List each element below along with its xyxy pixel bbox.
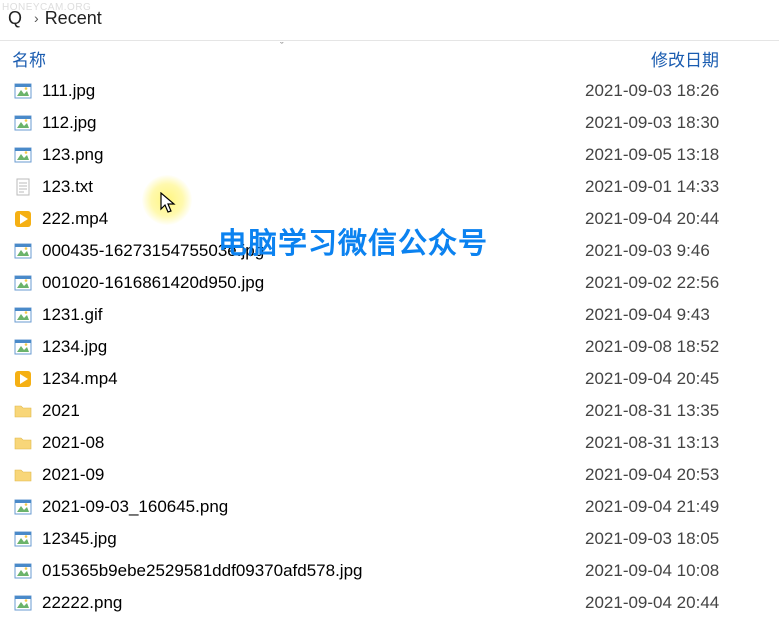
file-row[interactable]: 015365b9ebe2529581ddf09370afd578.jpg2021…	[8, 555, 771, 587]
file-date: 2021-09-03 9:46	[585, 241, 767, 261]
image-icon	[12, 560, 34, 582]
file-date: 2021-09-03 18:30	[585, 113, 767, 133]
file-date: 2021-09-03 18:05	[585, 529, 767, 549]
column-headers[interactable]: 名称 ˇ 修改日期	[0, 41, 779, 75]
image-icon	[12, 592, 34, 614]
file-date: 2021-09-04 20:44	[585, 209, 767, 229]
file-date: 2021-08-31 13:35	[585, 401, 767, 421]
file-row[interactable]: 12345.jpg2021-09-03 18:05	[8, 523, 771, 555]
file-row[interactable]: 112.jpg2021-09-03 18:30	[8, 107, 771, 139]
file-date: 2021-09-02 22:56	[585, 273, 767, 293]
file-name: 2021-08	[42, 433, 585, 453]
file-name: 111.jpg	[42, 81, 585, 101]
file-name: 000435-1627315475503e.jpg	[42, 241, 585, 261]
file-row[interactable]: 1231.gif2021-09-04 9:43	[8, 299, 771, 331]
file-name: 1231.gif	[42, 305, 585, 325]
file-date: 2021-09-08 18:52	[585, 337, 767, 357]
text-icon	[12, 176, 34, 198]
folder-icon	[12, 464, 34, 486]
image-icon	[12, 272, 34, 294]
file-name: 22222.png	[42, 593, 585, 613]
file-row[interactable]: 222.mp42021-09-04 20:44	[8, 203, 771, 235]
file-date: 2021-09-04 20:45	[585, 369, 767, 389]
breadcrumb[interactable]: Q › Recent	[0, 0, 779, 36]
file-name: 112.jpg	[42, 113, 585, 133]
file-row[interactable]: 22222.png2021-09-04 20:44	[8, 587, 771, 619]
file-row[interactable]: 1234.mp42021-09-04 20:45	[8, 363, 771, 395]
image-icon	[12, 528, 34, 550]
file-date: 2021-09-04 21:49	[585, 497, 767, 517]
file-row[interactable]: 2021-09-03_160645.png2021-09-04 21:49	[8, 491, 771, 523]
file-name: 015365b9ebe2529581ddf09370afd578.jpg	[42, 561, 585, 581]
image-icon	[12, 496, 34, 518]
file-name: 2021-09	[42, 465, 585, 485]
image-icon	[12, 240, 34, 262]
file-row[interactable]: 000435-1627315475503e.jpg2021-09-03 9:46	[8, 235, 771, 267]
file-row[interactable]: 1234.jpg2021-09-08 18:52	[8, 331, 771, 363]
image-icon	[12, 304, 34, 326]
file-date: 2021-09-04 9:43	[585, 305, 767, 325]
file-row[interactable]: 123.png2021-09-05 13:18	[8, 139, 771, 171]
image-icon	[12, 112, 34, 134]
file-name: 1234.mp4	[42, 369, 585, 389]
file-name: 2021-09-03_160645.png	[42, 497, 585, 517]
file-row[interactable]: 20212021-08-31 13:35	[8, 395, 771, 427]
file-date: 2021-09-04 10:08	[585, 561, 767, 581]
file-date: 2021-09-03 18:26	[585, 81, 767, 101]
file-name: 123.txt	[42, 177, 585, 197]
image-icon	[12, 144, 34, 166]
video-icon	[12, 208, 34, 230]
file-name: 1234.jpg	[42, 337, 585, 357]
file-date: 2021-09-04 20:53	[585, 465, 767, 485]
file-name: 2021	[42, 401, 585, 421]
file-date: 2021-09-01 14:33	[585, 177, 767, 197]
file-date: 2021-08-31 13:13	[585, 433, 767, 453]
sort-indicator-icon: ˇ	[280, 41, 284, 53]
file-list: 111.jpg2021-09-03 18:26112.jpg2021-09-03…	[0, 75, 779, 619]
watermark-corner: HONEYCAM.ORG	[2, 2, 91, 13]
folder-icon	[12, 432, 34, 454]
header-modified[interactable]: 修改日期	[651, 46, 767, 71]
header-name[interactable]: 名称	[12, 46, 292, 71]
image-icon	[12, 336, 34, 358]
file-date: 2021-09-05 13:18	[585, 145, 767, 165]
file-date: 2021-09-04 20:44	[585, 593, 767, 613]
video-icon	[12, 368, 34, 390]
file-name: 123.png	[42, 145, 585, 165]
file-row[interactable]: 2021-092021-09-04 20:53	[8, 459, 771, 491]
file-row[interactable]: 123.txt2021-09-01 14:33	[8, 171, 771, 203]
image-icon	[12, 80, 34, 102]
file-name: 12345.jpg	[42, 529, 585, 549]
file-name: 001020-1616861420d950.jpg	[42, 273, 585, 293]
file-row[interactable]: 2021-082021-08-31 13:13	[8, 427, 771, 459]
folder-icon	[12, 400, 34, 422]
file-row[interactable]: 111.jpg2021-09-03 18:26	[8, 75, 771, 107]
file-name: 222.mp4	[42, 209, 585, 229]
file-row[interactable]: 001020-1616861420d950.jpg2021-09-02 22:5…	[8, 267, 771, 299]
